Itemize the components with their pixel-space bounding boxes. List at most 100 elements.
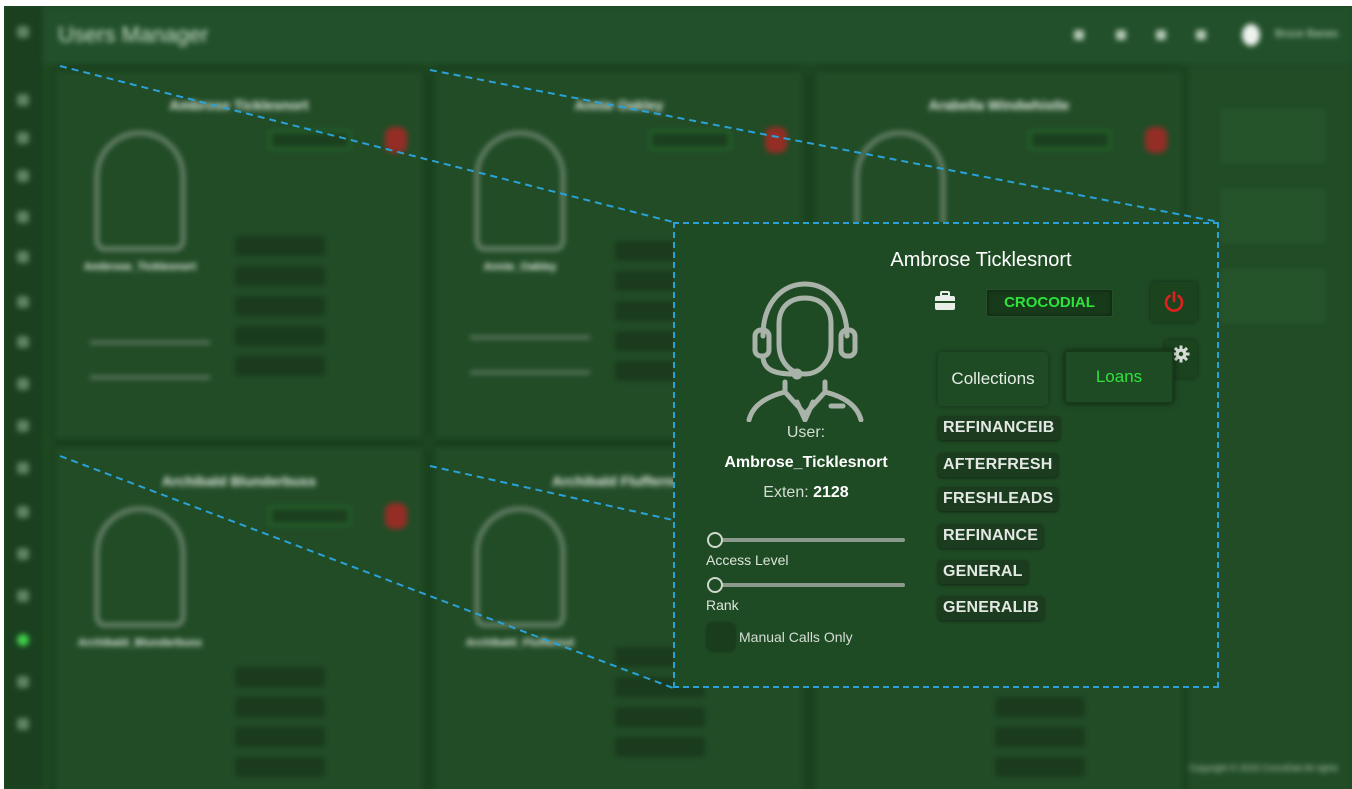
agent-name: Archibald Blunderbuss — [161, 473, 317, 489]
power-button[interactable] — [1151, 282, 1197, 322]
top-user-name[interactable]: Bruce Banes — [1275, 28, 1338, 40]
rank-label: Rank — [706, 597, 739, 613]
nav-icon[interactable] — [17, 548, 29, 560]
ingroup-tag — [235, 266, 325, 286]
ingroup-tag: AFTERFRESH — [938, 453, 1058, 477]
agent-login: Archibald_Fluffernut — [465, 637, 575, 649]
avatar — [475, 507, 565, 627]
briefcase-icon — [935, 291, 955, 310]
avatar — [95, 131, 185, 251]
gear-icon — [1172, 345, 1190, 363]
tab-collections[interactable]: Collections — [938, 352, 1048, 406]
ingroup-tag — [615, 737, 705, 757]
exten-label: Exten: — [763, 484, 809, 501]
manual-calls-checkbox[interactable] — [707, 623, 735, 651]
agent-name: Arabella Windwhistle — [928, 97, 1070, 113]
agent-login: Archibald_Blunderbuss — [77, 637, 203, 649]
footer: Copyright © 2024 CrocoDial All rights — [1189, 763, 1338, 773]
nav-home-icon[interactable] — [17, 26, 29, 38]
table-icon[interactable] — [1156, 30, 1166, 40]
agent-login: Annie_Oakley — [483, 261, 557, 273]
ingroup-tag — [235, 296, 325, 316]
ingroup-tag — [235, 757, 325, 777]
access-level-slider[interactable] — [90, 341, 210, 344]
nav-icon[interactable] — [17, 211, 29, 223]
rank-slider[interactable] — [90, 376, 210, 379]
ingroup-tag: FRESHLEADS — [938, 487, 1059, 511]
ingroup-tag — [235, 727, 325, 747]
nav-icon[interactable] — [17, 718, 29, 730]
campaign-badge — [270, 131, 350, 149]
left-nav-rail — [4, 6, 42, 789]
ingroup-tag — [995, 727, 1085, 747]
agent-name: Annie Oakley — [574, 97, 664, 113]
ingroup-tag: GENERAL — [938, 560, 1028, 584]
nav-icon[interactable] — [17, 462, 29, 474]
exten-value: 2128 — [813, 484, 849, 501]
slider-thumb[interactable] — [707, 532, 723, 548]
avatar — [475, 131, 565, 251]
ingroup-tag — [615, 707, 705, 727]
filter-box — [1218, 266, 1328, 326]
campaign-badge — [270, 507, 350, 525]
nav-icon[interactable] — [17, 296, 29, 308]
nav-icon[interactable] — [17, 506, 29, 518]
agent-login: Ambrose_Ticklesnort — [724, 454, 888, 471]
app-title: Users Manager — [58, 22, 209, 47]
access-level-slider[interactable] — [470, 336, 590, 339]
nav-icon[interactable] — [17, 170, 29, 182]
agent-name: Ambrose Ticklesnort — [169, 97, 309, 113]
power-icon — [1164, 291, 1184, 312]
agent-login: Ambrose_Ticklesnort — [83, 261, 197, 273]
edit-icon[interactable] — [1116, 30, 1126, 40]
user-label: User: — [786, 424, 826, 441]
avatar[interactable] — [1242, 24, 1260, 46]
power-button[interactable] — [385, 127, 407, 153]
ingroup-tag: REFINANCEIB — [938, 416, 1060, 440]
power-button[interactable] — [385, 503, 407, 529]
agent-card: Ambrose Ticklesnort Ambrose_Ticklesnort — [54, 70, 424, 440]
campaign-badge: CROCODIAL — [986, 289, 1113, 317]
ingroup-tag — [235, 356, 325, 376]
extension: Exten: 2128 — [701, 484, 911, 502]
rank-slider[interactable] — [705, 576, 905, 593]
slider-thumb[interactable] — [707, 577, 723, 593]
total-agents-box — [1218, 106, 1328, 166]
ingroup-tag — [235, 697, 325, 717]
collections-loans-box — [1218, 186, 1328, 246]
nav-icon[interactable] — [17, 336, 29, 348]
agent-card: Archibald Blunderbuss Archibald_Blunderb… — [54, 446, 424, 789]
ingroup-tag — [995, 697, 1085, 717]
power-button[interactable] — [1145, 127, 1167, 153]
ingroup-tag — [235, 236, 325, 256]
agent-card-zoomed: Ambrose Ticklesnort User: Ambrose_Tickle… — [673, 222, 1219, 688]
ingroup-tag: REFINANCE — [938, 524, 1044, 548]
nav-icon[interactable] — [17, 251, 29, 263]
campaign-badge — [1030, 131, 1110, 149]
nav-icon[interactable] — [17, 590, 29, 602]
manual-calls-row[interactable]: Manual Calls Only — [705, 623, 905, 651]
nav-icon[interactable] — [17, 378, 29, 390]
agent-full-name: Ambrose Ticklesnort — [890, 249, 1072, 271]
ingroup-tag — [235, 326, 325, 346]
rank-slider[interactable] — [470, 371, 590, 374]
nav-icon[interactable] — [17, 132, 29, 144]
access-level-slider[interactable] — [705, 531, 905, 548]
search-icon[interactable] — [1196, 30, 1206, 40]
slider-track[interactable] — [713, 583, 905, 587]
manual-calls-label: Manual Calls Only — [739, 629, 853, 645]
nav-icon[interactable] — [17, 676, 29, 688]
tab-loans[interactable]: Loans — [1064, 350, 1174, 404]
access-level-label: Access Level — [706, 552, 789, 568]
upload-icon[interactable] — [1074, 30, 1084, 40]
ingroup-tag — [995, 757, 1085, 777]
nav-icon[interactable] — [17, 94, 29, 106]
ingroup-tag: GENERALIB — [938, 596, 1045, 620]
avatar — [95, 507, 185, 627]
nav-active-icon[interactable] — [17, 634, 29, 646]
power-button[interactable] — [765, 127, 787, 153]
slider-track[interactable] — [713, 538, 905, 542]
user-headset-icon — [746, 281, 864, 422]
nav-icon[interactable] — [17, 420, 29, 432]
campaign-badge — [650, 131, 730, 149]
